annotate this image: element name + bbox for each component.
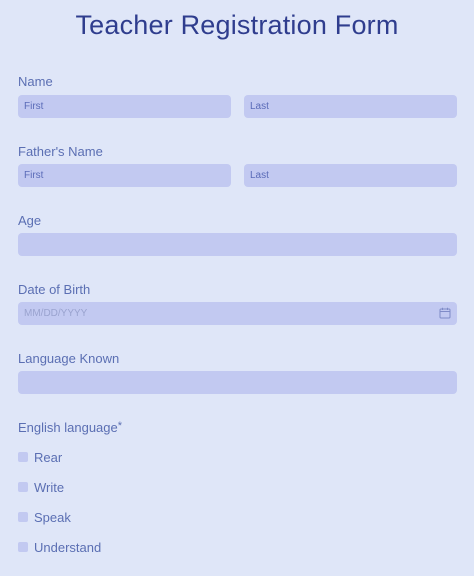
age-label: Age: [18, 213, 42, 228]
date-of-birth-label: Date of Birth: [18, 282, 91, 297]
option-rear[interactable]: Rear: [18, 449, 62, 465]
first-name-field[interactable]: First: [18, 95, 231, 118]
date-of-birth-field[interactable]: MM/DD/YYYY: [18, 302, 457, 325]
checkbox-understand[interactable]: [18, 542, 28, 552]
checkbox-write[interactable]: [18, 482, 28, 492]
fathers-first-name-placeholder: First: [24, 170, 44, 181]
last-name-field[interactable]: Last: [244, 95, 457, 118]
name-label: Name: [18, 74, 53, 89]
fathers-name-label: Father's Name: [18, 144, 103, 159]
page-title: Teacher Registration Form: [75, 10, 399, 40]
age-field[interactable]: [18, 233, 457, 256]
option-write-label: Write: [34, 479, 65, 495]
fathers-last-name-field[interactable]: Last: [244, 164, 457, 187]
english-language-label: English language*: [18, 420, 122, 435]
option-write[interactable]: Write: [18, 479, 64, 495]
required-asterisk: *: [117, 420, 123, 432]
fathers-first-name-field[interactable]: First: [18, 164, 231, 187]
registration-form-page: Teacher Registration Form Name First Las…: [0, 0, 474, 576]
calendar-icon[interactable]: [439, 307, 451, 319]
option-understand[interactable]: Understand: [18, 539, 101, 555]
option-speak[interactable]: Speak: [18, 509, 71, 525]
first-name-placeholder: First: [24, 101, 44, 112]
fathers-last-name-placeholder: Last: [250, 170, 269, 181]
option-rear-label: Rear: [34, 449, 63, 465]
date-of-birth-placeholder: MM/DD/YYYY: [24, 308, 88, 319]
last-name-placeholder: Last: [250, 101, 269, 112]
checkbox-speak[interactable]: [18, 512, 28, 522]
checkbox-rear[interactable]: [18, 452, 28, 462]
option-speak-label: Speak: [34, 509, 71, 525]
option-understand-label: Understand: [34, 539, 102, 555]
language-known-label: Language Known: [18, 351, 120, 366]
language-known-field[interactable]: [18, 371, 457, 394]
english-language-label-text: English language: [18, 420, 118, 435]
